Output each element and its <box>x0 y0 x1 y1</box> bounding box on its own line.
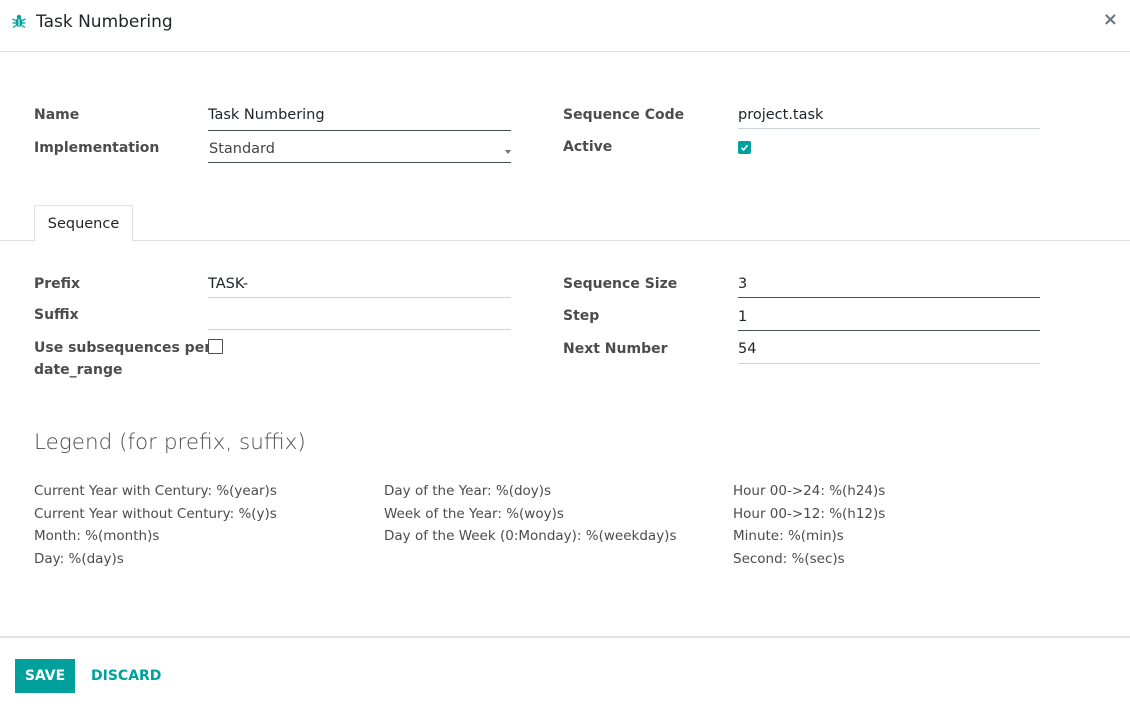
next-number-label: Next Number <box>563 341 668 357</box>
close-icon[interactable]: × <box>1103 11 1118 29</box>
sequence-code-label: Sequence Code <box>563 107 685 123</box>
name-value: Task Numbering <box>208 107 325 123</box>
subsequences-checkbox[interactable] <box>208 339 223 354</box>
legend-item: Minute: %(min)s <box>733 528 844 544</box>
legend-column-2: Day of the Year: %(doy)s Week of the Yea… <box>384 480 676 548</box>
subsequences-label: Use subsequences per date_range <box>34 340 211 384</box>
implementation-value: Standard <box>209 141 275 157</box>
footer-divider <box>0 636 1130 638</box>
step-field[interactable]: 1 <box>738 309 1040 331</box>
legend-item: Day of the Year: %(doy)s <box>384 483 552 499</box>
legend-item: Day: %(day)s <box>34 550 124 567</box>
discard-button[interactable]: DISCARD <box>91 659 161 693</box>
sequence-size-value: 3 <box>738 276 748 292</box>
sequence-code-value: project.task <box>738 107 824 123</box>
caret-down-icon <box>505 150 511 154</box>
legend-column-3: Hour 00->24: %(h24)s Hour 00->12: %(h12)… <box>733 480 885 570</box>
tab-divider <box>0 240 1130 241</box>
subsequences-label-line1: Use subsequences per <box>34 340 212 356</box>
legend-title: Legend (for prefix, suffix) <box>34 430 306 455</box>
legend-item: Second: %(sec)s <box>733 550 845 567</box>
check-icon <box>740 144 749 151</box>
implementation-select[interactable]: Standard <box>208 141 511 163</box>
suffix-label: Suffix <box>34 307 79 323</box>
bug-icon <box>12 13 26 29</box>
legend-column-1: Current Year with Century: %(year)s Curr… <box>34 480 277 570</box>
tab-sequence[interactable]: Sequence <box>34 205 133 242</box>
legend-item: Hour 00->12: %(h12)s <box>733 505 886 522</box>
implementation-label: Implementation <box>34 140 160 156</box>
sequence-size-label: Sequence Size <box>563 276 678 292</box>
legend-item: Current Year with Century: %(year)s <box>34 483 277 499</box>
next-number-field[interactable]: 54 <box>738 341 1040 364</box>
next-number-value: 54 <box>738 341 757 357</box>
prefix-value: TASK- <box>208 276 249 292</box>
sequence-size-field[interactable]: 3 <box>738 276 1040 298</box>
legend-item: Day of the Week (0:Monday): %(weekday)s <box>384 528 677 544</box>
active-label: Active <box>563 139 613 155</box>
active-checkbox[interactable] <box>738 141 751 154</box>
step-label: Step <box>563 308 600 324</box>
legend-item: Hour 00->24: %(h24)s <box>733 483 886 499</box>
step-value: 1 <box>738 309 748 325</box>
legend-item: Week of the Year: %(woy)s <box>384 505 564 522</box>
subsequences-label-line2: date_range <box>34 362 123 378</box>
save-button[interactable]: SAVE <box>15 659 75 693</box>
name-label: Name <box>34 107 80 123</box>
name-field[interactable]: Task Numbering <box>208 107 511 131</box>
prefix-label: Prefix <box>34 276 81 292</box>
dialog-header: Task Numbering × <box>0 0 1130 52</box>
legend-item: Month: %(month)s <box>34 528 160 544</box>
legend-item: Current Year without Century: %(y)s <box>34 505 277 522</box>
sequence-code-field[interactable]: project.task <box>738 107 1040 129</box>
suffix-field[interactable] <box>208 307 511 330</box>
prefix-field[interactable]: TASK- <box>208 276 511 298</box>
dialog-title: Task Numbering <box>36 12 173 32</box>
